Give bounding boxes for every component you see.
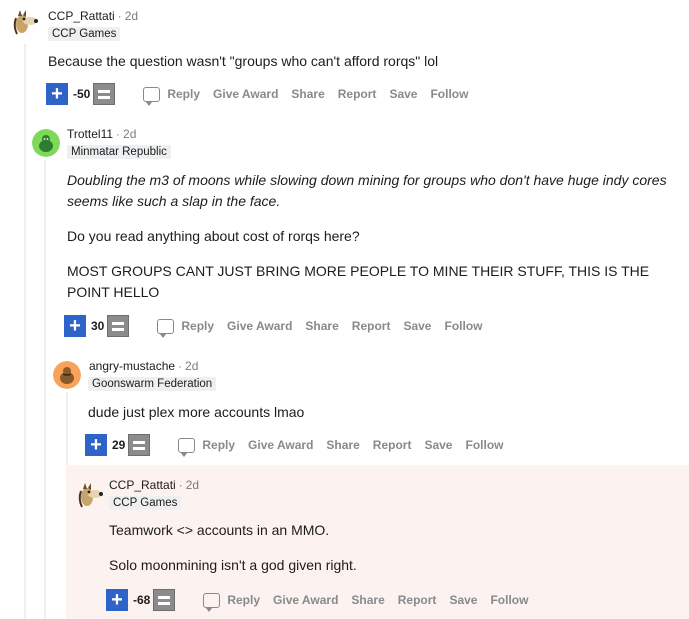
share-button[interactable]: Share bbox=[291, 87, 324, 101]
separator-dot: · bbox=[178, 478, 183, 492]
reply-button[interactable]: Reply bbox=[143, 86, 201, 106]
author-name[interactable]: CCP_Rattati bbox=[109, 478, 176, 492]
author-name[interactable]: angry-mustache bbox=[89, 359, 175, 373]
horse-avatar-icon[interactable] bbox=[75, 481, 103, 509]
quoted-text: Doubling the m3 of moons while slowing d… bbox=[67, 172, 667, 209]
comment-paragraph: Do you read anything about cost of rorqs… bbox=[67, 228, 360, 244]
thread-line-level2[interactable] bbox=[44, 160, 46, 619]
give-award-button[interactable]: Give Award bbox=[248, 438, 313, 452]
comment-header: angry-mustache · 2d bbox=[89, 359, 198, 373]
vote-score: 30 bbox=[91, 319, 105, 333]
reply-label: Reply bbox=[202, 438, 236, 452]
reply-label: Reply bbox=[167, 87, 201, 101]
thread-line-root[interactable] bbox=[24, 44, 26, 619]
share-button[interactable]: Share bbox=[326, 438, 359, 452]
comment-bubble-icon bbox=[203, 592, 221, 612]
report-button[interactable]: Report bbox=[352, 319, 391, 333]
downvote-button[interactable] bbox=[153, 589, 176, 611]
comment-body: Because the question wasn't "groups who … bbox=[48, 51, 438, 86]
save-button[interactable]: Save bbox=[389, 87, 417, 101]
reply-label: Reply bbox=[181, 319, 215, 333]
report-button[interactable]: Report bbox=[373, 438, 412, 452]
comment-body: dude just plex more accounts lmao bbox=[88, 402, 304, 437]
comment-body: Teamwork <> accounts in an MMO. Solo moo… bbox=[109, 520, 357, 590]
report-button[interactable]: Report bbox=[398, 593, 437, 607]
give-award-button[interactable]: Give Award bbox=[273, 593, 338, 607]
upvote-button[interactable]: + bbox=[85, 434, 107, 456]
give-award-button[interactable]: Give Award bbox=[227, 319, 292, 333]
save-button[interactable]: Save bbox=[424, 438, 452, 452]
reply-button[interactable]: Reply bbox=[203, 592, 261, 612]
upvote-button[interactable]: + bbox=[46, 83, 68, 105]
give-award-button[interactable]: Give Award bbox=[213, 87, 278, 101]
comment-header: Trottel11 · 2d bbox=[67, 127, 136, 141]
share-button[interactable]: Share bbox=[305, 319, 338, 333]
follow-button[interactable]: Follow bbox=[444, 319, 482, 333]
comment-paragraph: Because the question wasn't "groups who … bbox=[48, 53, 439, 69]
comment-bubble-icon bbox=[157, 318, 175, 338]
save-button[interactable]: Save bbox=[449, 593, 477, 607]
upvote-button[interactable]: + bbox=[64, 315, 86, 337]
separator-dot: · bbox=[117, 9, 122, 23]
downvote-button[interactable] bbox=[93, 83, 116, 105]
comment-actions: + -68 Reply Give Award Share Report Save… bbox=[106, 589, 528, 612]
comment-actions: + -50 Reply Give Award Share Report Save… bbox=[46, 83, 468, 106]
comment-paragraph: dude just plex more accounts lmao bbox=[88, 404, 305, 420]
timestamp[interactable]: 2d bbox=[185, 359, 198, 373]
orange-snoo-avatar-icon[interactable] bbox=[53, 361, 81, 389]
user-flair: Minmatar Republic bbox=[67, 145, 171, 159]
follow-button[interactable]: Follow bbox=[490, 593, 528, 607]
timestamp[interactable]: 2d bbox=[125, 9, 138, 23]
comment-paragraph: Teamwork <> accounts in an MMO. bbox=[109, 522, 330, 538]
follow-button[interactable]: Follow bbox=[430, 87, 468, 101]
upvote-button[interactable]: + bbox=[106, 589, 128, 611]
comment-actions: + 29 Reply Give Award Share Report Save … bbox=[85, 434, 503, 457]
share-button[interactable]: Share bbox=[351, 593, 384, 607]
comment-body: Doubling the m3 of moons while slowing d… bbox=[67, 170, 682, 317]
timestamp[interactable]: 2d bbox=[123, 127, 136, 141]
comment-paragraph: MOST GROUPS CANT JUST BRING MORE PEOPLE … bbox=[67, 263, 650, 300]
comment-paragraph: Solo moonmining isn't a god given right. bbox=[109, 557, 357, 573]
green-snoo-avatar-icon[interactable] bbox=[32, 129, 60, 157]
horse-avatar-icon[interactable] bbox=[10, 8, 38, 36]
downvote-button[interactable] bbox=[107, 315, 130, 337]
comment-header: CCP_Rattati · 2d bbox=[48, 9, 138, 23]
vote-score: 29 bbox=[112, 438, 126, 452]
reply-button[interactable]: Reply bbox=[157, 318, 215, 338]
thread-line-level3[interactable] bbox=[66, 392, 68, 465]
user-flair: Goonswarm Federation bbox=[88, 377, 217, 391]
vote-score: -50 bbox=[73, 87, 91, 101]
vote-score: -68 bbox=[133, 593, 151, 607]
reply-button[interactable]: Reply bbox=[178, 437, 236, 457]
comment-actions: + 30 Reply Give Award Share Report Save … bbox=[64, 315, 482, 338]
report-button[interactable]: Report bbox=[338, 87, 377, 101]
comment-bubble-icon bbox=[178, 437, 196, 457]
reply-label: Reply bbox=[227, 593, 261, 607]
follow-button[interactable]: Follow bbox=[465, 438, 503, 452]
author-name[interactable]: Trottel11 bbox=[67, 127, 113, 141]
timestamp[interactable]: 2d bbox=[186, 478, 199, 492]
separator-dot: · bbox=[178, 359, 183, 373]
downvote-button[interactable] bbox=[128, 434, 151, 456]
author-name[interactable]: CCP_Rattati bbox=[48, 9, 115, 23]
comment-bubble-icon bbox=[143, 86, 161, 106]
save-button[interactable]: Save bbox=[403, 319, 431, 333]
separator-dot: · bbox=[116, 127, 121, 141]
user-flair: CCP Games bbox=[48, 27, 121, 41]
comment-header: CCP_Rattati · 2d bbox=[109, 478, 199, 492]
user-flair: CCP Games bbox=[109, 496, 182, 510]
